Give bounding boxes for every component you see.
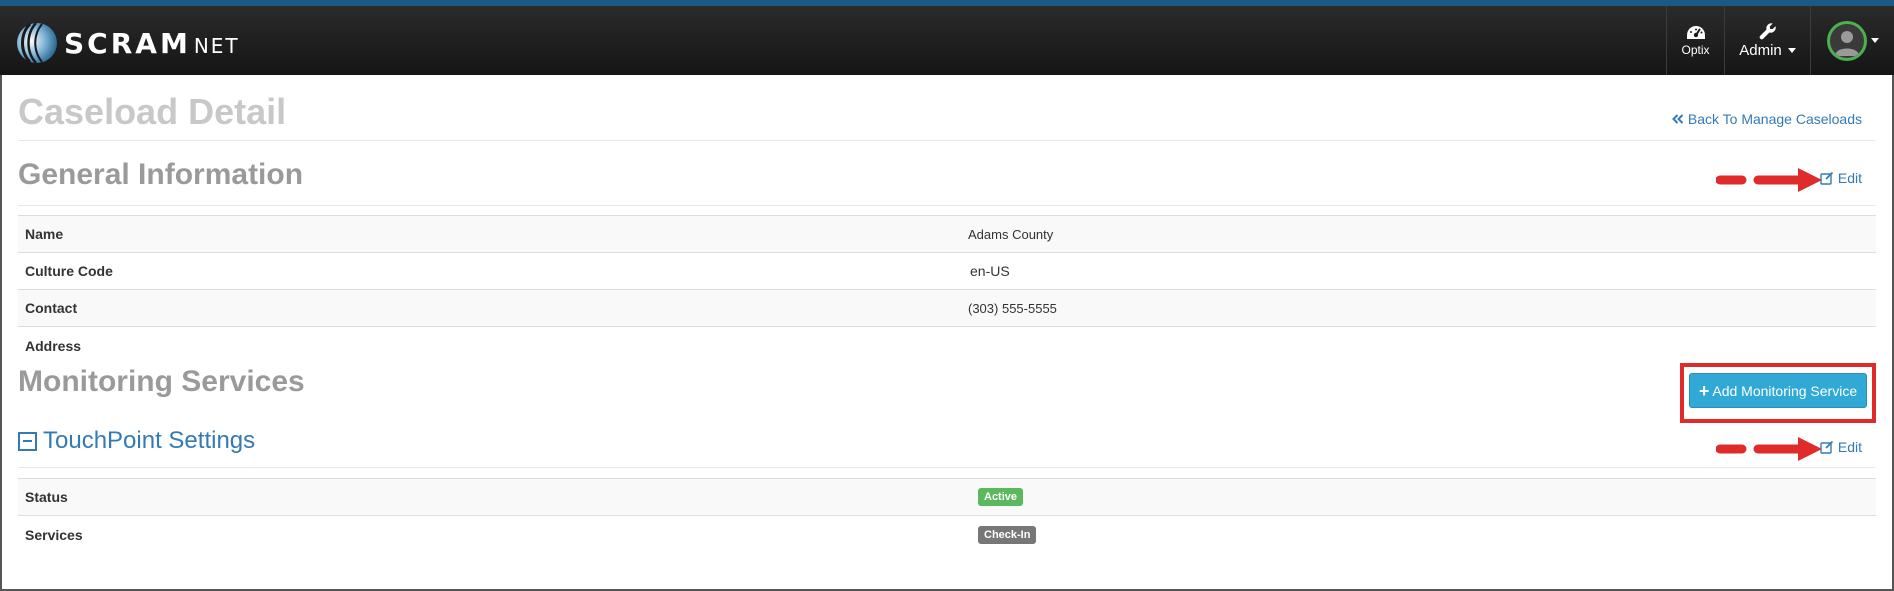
- touchpoint-settings-toggle[interactable]: TouchPoint Settings: [18, 427, 255, 455]
- chevron-down-icon: [1787, 48, 1796, 53]
- edit-touchpoint-settings-link[interactable]: Edit: [1820, 439, 1862, 455]
- gauge-icon: [1686, 25, 1705, 39]
- nav-admin-dropdown[interactable]: Admin: [1724, 6, 1810, 75]
- annotation-arrow-icon: [1716, 437, 1822, 461]
- row-label: Contact: [25, 300, 78, 316]
- brand-suffix: NET: [193, 33, 240, 58]
- brand-name: SCRAM: [64, 26, 191, 60]
- user-avatar-icon: [1834, 30, 1859, 56]
- row-label: Address: [25, 337, 82, 354]
- edit-general-information-link[interactable]: Edit: [1820, 170, 1862, 186]
- row-value: Adams County: [968, 226, 1054, 242]
- row-value: (303) 555-5555: [968, 300, 1057, 316]
- touchpoint-settings-table: Status Active Services Check-In: [18, 478, 1876, 553]
- minus-square-icon: [18, 431, 37, 451]
- table-row: Status Active: [18, 479, 1876, 516]
- add-monitoring-service-label: Add Monitoring Service: [1712, 382, 1858, 399]
- nav-user-menu[interactable]: [1810, 6, 1894, 75]
- chevron-down-icon: [1870, 38, 1879, 43]
- touchpoint-settings-heading: TouchPoint Settings: [43, 427, 256, 454]
- nav-optix[interactable]: Optix: [1666, 6, 1724, 75]
- service-badge: Check-In: [978, 525, 1037, 544]
- back-to-manage-caseloads-link[interactable]: Back To Manage Caseloads: [1672, 111, 1862, 127]
- add-monitoring-service-button[interactable]: + Add Monitoring Service: [1689, 373, 1867, 408]
- table-row: Services Check-In: [18, 516, 1876, 553]
- table-row: Address: [18, 327, 1876, 364]
- divider: [18, 467, 1876, 468]
- general-information-table: Name Adams County Culture Code en-US Con…: [18, 215, 1876, 364]
- table-row: Name Adams County: [18, 216, 1876, 253]
- row-label: Services: [25, 526, 83, 543]
- nav-optix-label: Optix: [1681, 42, 1710, 57]
- annotation-highlight-box: + Add Monitoring Service: [1680, 363, 1876, 423]
- brand-logo[interactable]: SCRAM NET: [16, 20, 240, 66]
- edit-label: Edit: [1837, 170, 1862, 186]
- plus-icon: +: [1698, 380, 1710, 401]
- divider: [18, 140, 1876, 141]
- double-chevron-left-icon: [1672, 114, 1684, 124]
- table-row: Contact (303) 555-5555: [18, 290, 1876, 327]
- edit-icon: [1820, 440, 1834, 454]
- wrench-icon: [1759, 23, 1776, 40]
- back-link-label: Back To Manage Caseloads: [1687, 111, 1862, 127]
- divider: [18, 205, 1876, 206]
- annotation-arrow-icon: [1716, 168, 1822, 192]
- page-title: Caseload Detail: [18, 91, 287, 132]
- row-value: en-US: [970, 263, 1010, 279]
- monitoring-services-heading: Monitoring Services: [18, 365, 305, 398]
- table-row: Culture Code en-US: [18, 253, 1876, 290]
- row-label: Culture Code: [25, 263, 113, 279]
- edit-icon: [1820, 171, 1834, 185]
- general-information-heading: General Information: [18, 158, 304, 191]
- top-navbar: SCRAM NET Optix Admin: [0, 0, 1894, 75]
- scramnet-logo-icon: [16, 20, 58, 66]
- row-label: Status: [25, 489, 68, 505]
- avatar: [1826, 20, 1867, 61]
- nav-admin-label: Admin: [1739, 42, 1782, 59]
- row-label: Name: [25, 226, 64, 242]
- status-badge: Active: [978, 488, 1024, 506]
- edit-label: Edit: [1837, 439, 1862, 455]
